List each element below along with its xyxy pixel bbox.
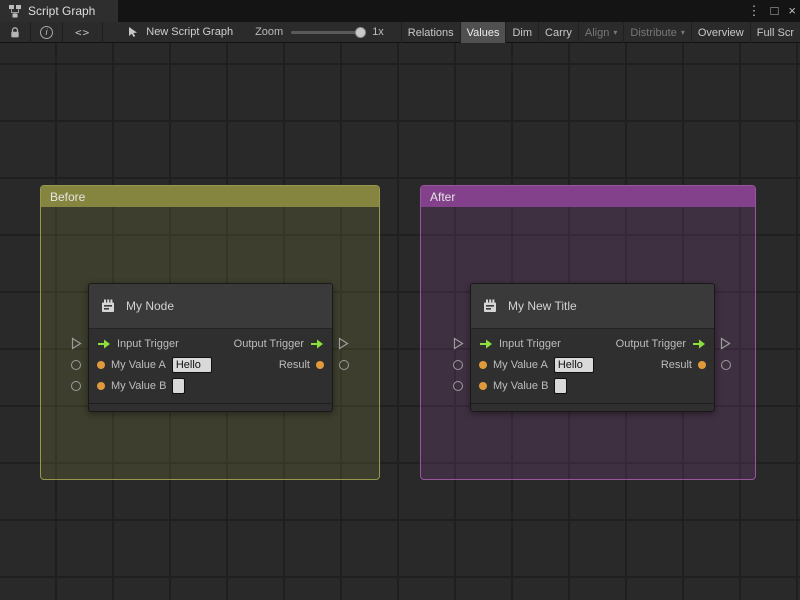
zoom-label: Zoom	[255, 26, 284, 38]
external-flow-in-port[interactable]	[453, 337, 464, 350]
tab-script-graph[interactable]: Script Graph	[0, 0, 118, 22]
script-graph-icon	[9, 5, 21, 18]
node-header[interactable]: My Node	[89, 284, 332, 329]
zoom-slider-track[interactable]	[291, 26, 367, 38]
node-row-trigger: Input Trigger Output Trigger	[89, 333, 332, 354]
external-value-port[interactable]	[721, 360, 731, 370]
value-port-icon[interactable]	[316, 360, 324, 369]
external-value-port[interactable]	[71, 381, 81, 391]
lock-icon[interactable]	[0, 26, 30, 39]
graph-name-breadcrumb[interactable]: New Script Graph	[146, 26, 233, 38]
node-footer	[89, 403, 332, 411]
flow-output-port-icon[interactable]	[692, 339, 706, 349]
toolbar-divider	[102, 21, 104, 43]
node-row-value-b: My Value B	[89, 375, 332, 396]
value-b-input[interactable]	[554, 377, 568, 394]
flow-output-port-icon[interactable]	[310, 339, 324, 349]
external-value-port[interactable]	[71, 360, 81, 370]
node-row-value-b: My Value B	[471, 375, 714, 396]
window-menu-icon[interactable]: ⋮	[748, 0, 761, 22]
close-icon[interactable]: ×	[788, 0, 796, 22]
external-value-port[interactable]	[453, 381, 463, 391]
port-label: Input Trigger	[117, 337, 179, 350]
port-label: Input Trigger	[499, 337, 561, 350]
value-a-input[interactable]	[171, 356, 212, 373]
window-controls: ⋮ □ ×	[748, 0, 796, 22]
dim-button[interactable]: Dim	[505, 22, 538, 43]
port-label: My Value A	[111, 358, 166, 371]
external-value-port[interactable]	[339, 360, 349, 370]
node-title: My New Title	[508, 299, 577, 313]
graph-asset-icon	[127, 26, 139, 38]
node-row-value-a: My Value A Result	[471, 354, 714, 375]
port-label: My Value B	[111, 379, 167, 392]
group-after-header[interactable]: After	[421, 186, 755, 207]
value-port-icon[interactable]	[97, 360, 105, 369]
node-row-value-a: My Value A Result	[89, 354, 332, 375]
port-label: Output Trigger	[233, 337, 304, 350]
port-label: Output Trigger	[615, 337, 686, 350]
relations-button[interactable]: Relations	[400, 22, 460, 43]
carry-button[interactable]: Carry	[538, 22, 578, 43]
chevron-down-icon: ▾	[613, 28, 618, 37]
code-view-icon[interactable]: <>	[63, 26, 102, 39]
node-title: My Node	[126, 299, 175, 313]
flow-input-port-icon[interactable]	[479, 339, 493, 349]
group-before-header[interactable]: Before	[41, 186, 379, 207]
overview-button[interactable]: Overview	[690, 22, 750, 43]
external-flow-out-port[interactable]	[338, 337, 349, 350]
tab-title: Script Graph	[28, 4, 96, 18]
node-row-trigger: Input Trigger Output Trigger	[471, 333, 714, 354]
node-footer	[471, 403, 714, 411]
external-flow-out-port[interactable]	[720, 337, 731, 350]
graph-toolbar: i <> New Script Graph Zoom 1x Relations …	[0, 21, 800, 43]
node-my-node[interactable]: My Node Input Trigger Output Trigger My …	[88, 283, 333, 412]
port-label: Result	[660, 358, 692, 371]
value-port-icon[interactable]	[698, 360, 706, 369]
node-my-new-title[interactable]: My New Title Input Trigger Output Trigge…	[470, 283, 715, 412]
group-title: Before	[50, 189, 86, 204]
info-icon[interactable]: i	[31, 25, 62, 39]
value-port-icon[interactable]	[479, 381, 487, 390]
port-label: Result	[278, 358, 310, 371]
unit-icon	[102, 299, 114, 312]
port-label: My Value B	[493, 379, 549, 392]
value-port-icon[interactable]	[97, 381, 105, 390]
port-label: My Value A	[493, 358, 548, 371]
value-port-icon[interactable]	[479, 360, 487, 369]
toolbar-buttons: Relations Values Dim Carry Align ▾ Distri…	[400, 22, 800, 43]
zoom-slider-knob[interactable]	[355, 26, 367, 38]
zoom-value: 1x	[372, 26, 384, 38]
maximize-icon[interactable]: □	[771, 0, 779, 22]
node-header[interactable]: My New Title	[471, 284, 714, 329]
align-dropdown-button[interactable]: Align ▾	[577, 22, 623, 43]
value-b-input[interactable]	[172, 377, 186, 394]
fullscreen-button[interactable]: Full Scr	[749, 22, 800, 43]
tab-bar: Script Graph ⋮ □ ×	[0, 0, 800, 22]
external-flow-in-port[interactable]	[71, 337, 82, 350]
value-a-input[interactable]	[553, 356, 594, 373]
unity-script-graph-window: Script Graph ⋮ □ × i <> New Script Graph…	[0, 0, 800, 600]
group-title: After	[430, 189, 456, 204]
chevron-down-icon: ▾	[680, 28, 685, 37]
external-value-port[interactable]	[453, 360, 463, 370]
distribute-dropdown-button[interactable]: Distribute ▾	[623, 22, 690, 43]
flow-input-port-icon[interactable]	[97, 339, 111, 349]
unit-icon	[484, 299, 496, 312]
values-button[interactable]: Values	[459, 22, 506, 43]
